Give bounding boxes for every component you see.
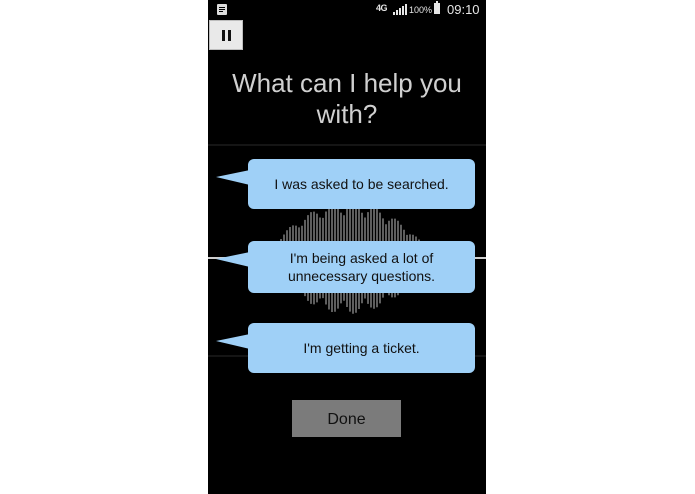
pause-button[interactable]	[209, 20, 243, 50]
prompt-title: What can I help you with?	[232, 68, 462, 129]
bubble-tail	[216, 252, 250, 267]
battery-icon	[434, 1, 440, 14]
option-bubble-searched[interactable]: I was asked to be searched.	[216, 159, 475, 209]
bubble-tail	[216, 334, 250, 349]
clock: 09:10	[447, 2, 480, 17]
option-label: I'm being asked a lot of unnecessary que…	[287, 250, 436, 284]
phone-screen: 4G 100% 09:10 What can I help you with? …	[208, 0, 486, 494]
option-bubble-ticket[interactable]: I'm getting a ticket.	[216, 323, 475, 373]
status-bar: 4G 100% 09:10	[208, 0, 486, 20]
bubble-tail	[216, 170, 250, 185]
battery-percent: 100%	[409, 5, 433, 15]
option-bubble-questions[interactable]: I'm being asked a lot of unnecessary que…	[216, 241, 475, 293]
notification-icon	[217, 4, 227, 15]
option-label: I'm getting a ticket.	[303, 340, 420, 356]
signal-icon	[393, 4, 407, 15]
option-label: I was asked to be searched.	[274, 176, 449, 192]
done-button[interactable]: Done	[292, 400, 401, 437]
network-type: 4G	[376, 3, 388, 13]
